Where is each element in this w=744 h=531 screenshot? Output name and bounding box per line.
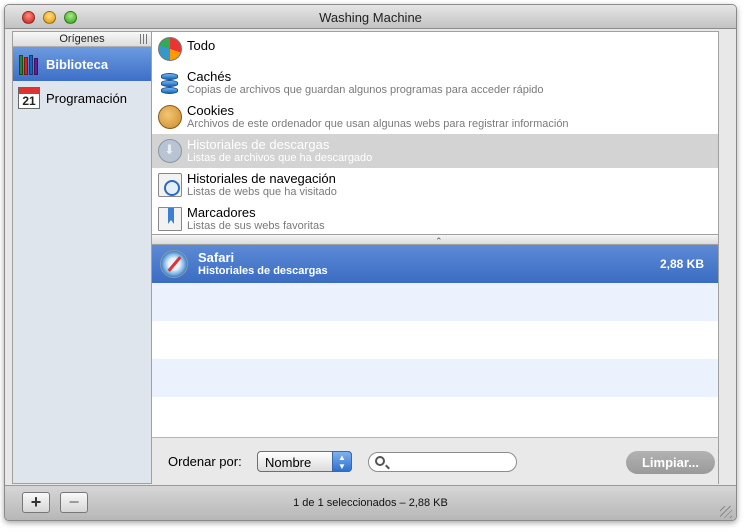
sidebar-item-label: Programación [46, 90, 127, 106]
category-title: Historiales de descargas [187, 136, 330, 152]
sort-popup-button[interactable]: Nombre ▲ ▼ [257, 451, 352, 472]
window-title: Washing Machine [319, 10, 422, 25]
search-icon [375, 456, 385, 466]
status-bar: + − 1 de 1 seleccionados – 2,88 KB [5, 485, 736, 520]
table-row[interactable]: Safari Historiales de descargas 2,88 KB [152, 245, 718, 283]
sidebar-item-programacion[interactable]: 21 Programación [13, 81, 151, 115]
popup-arrows-icon: ▲ ▼ [332, 451, 352, 472]
cookie-icon [158, 105, 182, 129]
category-list: Todo Cachés Copias de archivos que guard… [152, 31, 719, 235]
sidebar-header-label: Orígenes [59, 33, 105, 45]
database-icon [158, 71, 182, 95]
app-window: Washing Machine Orígenes Biblioteca 21 P… [4, 4, 737, 521]
category-title: Cookies [187, 102, 234, 118]
category-subtitle: Copias de archivos que guardan algunos p… [187, 83, 544, 96]
clean-button[interactable]: Limpiar... [626, 451, 715, 474]
category-row-cookies[interactable]: Cookies Archivos de este ordenador que u… [152, 100, 718, 134]
sort-selected-value: Nombre [265, 455, 312, 470]
category-title: Todo [187, 38, 216, 53]
library-books-icon [18, 53, 40, 75]
category-row-caches[interactable]: Cachés Copias de archivos que guardan al… [152, 66, 718, 100]
category-subtitle: Archivos de este ordenador que usan algu… [187, 117, 569, 130]
safari-compass-icon [160, 250, 188, 278]
result-title: Safari [198, 249, 235, 265]
options-bar: Ordenar por: Nombre ▲ ▼ Limpiar... [152, 437, 719, 484]
selection-status: 1 de 1 seleccionados – 2,88 KB [293, 497, 448, 509]
search-input[interactable] [391, 455, 511, 469]
history-clock-icon [158, 173, 182, 197]
calendar-day: 21 [22, 94, 36, 108]
empty-table-row [152, 283, 718, 321]
pie-chart-icon [158, 37, 182, 61]
category-subtitle: Listas de sus webs favoritas [187, 219, 325, 232]
title-bar: Washing Machine [5, 5, 736, 29]
sources-sidebar: Orígenes Biblioteca 21 Programación [12, 31, 152, 484]
category-row-bookmarks[interactable]: Marcadores Listas de sus webs favoritas [152, 202, 718, 236]
result-size: 2,88 KB [659, 257, 704, 271]
results-table: Safari Historiales de descargas 2,88 KB [152, 245, 719, 437]
sidebar-item-biblioteca[interactable]: Biblioteca [13, 47, 151, 81]
category-row-todo[interactable]: Todo [152, 32, 718, 66]
bookmark-icon [158, 207, 182, 231]
category-subtitle: Listas de archivos que ha descargado [187, 151, 373, 164]
empty-table-row [152, 321, 718, 359]
split-view-divider[interactable]: ⌃ [152, 235, 719, 246]
window-resize-grip-icon[interactable] [720, 506, 732, 518]
sidebar-header: Orígenes [13, 32, 151, 47]
result-subtitle: Historiales de descargas [198, 264, 328, 277]
download-icon [158, 139, 182, 163]
empty-table-row [152, 397, 718, 435]
category-row-download-history[interactable]: Historiales de descargas Listas de archi… [152, 134, 718, 168]
category-subtitle: Listas de webs que ha visitado [187, 185, 337, 198]
category-title: Historiales de navegación [187, 170, 336, 186]
search-field[interactable] [368, 452, 517, 472]
category-title: Marcadores [187, 204, 256, 220]
category-title: Cachés [187, 68, 232, 84]
column-resize-grip-icon[interactable] [140, 34, 147, 44]
empty-table-row [152, 359, 718, 397]
sort-label: Ordenar por: [168, 454, 242, 469]
calendar-icon: 21 [18, 87, 40, 109]
category-row-browsing-history[interactable]: Historiales de navegación Listas de webs… [152, 168, 718, 202]
sidebar-item-label: Biblioteca [46, 56, 109, 72]
